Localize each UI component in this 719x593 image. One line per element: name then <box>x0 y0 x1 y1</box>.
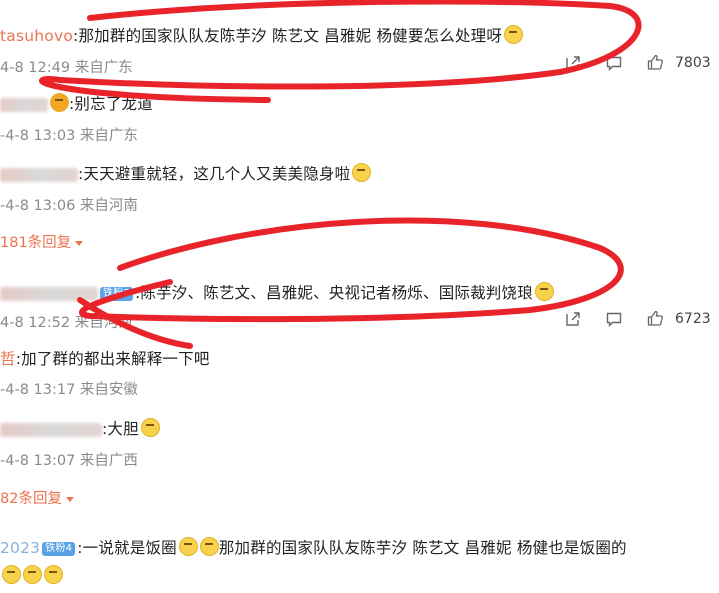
comment-7-emoji-row <box>0 565 63 585</box>
comment-3-replies-label: 181条回复 <box>0 235 72 251</box>
emoji-icon <box>534 282 554 301</box>
comment-1-like-count: 7803 <box>675 55 711 71</box>
share-icon[interactable] <box>565 55 581 71</box>
comment-5-body: :加了群的都出来解释一下吧 <box>15 350 210 368</box>
comment-2-body: :别忘了龙道 <box>69 95 153 113</box>
comment-3-meta: -4-8 13:06 来自河南 <box>0 198 138 214</box>
comment-3-replies-link[interactable]: 181条回复 <box>0 231 84 252</box>
comment-6-username[interactable] <box>0 422 102 437</box>
emoji-icon <box>199 537 219 556</box>
emoji-icon <box>352 163 372 182</box>
comment-2-text: :别忘了龙道 <box>0 92 153 114</box>
comment-7-username[interactable]: 2023 <box>0 539 40 557</box>
fan-badge: 铁粉3 <box>100 287 133 301</box>
comment-icon[interactable] <box>606 311 622 327</box>
crown-icon <box>50 93 69 112</box>
comment-icon[interactable] <box>606 55 622 71</box>
comment-6-body: :大胆 <box>102 420 139 438</box>
comment-6-meta: -4-8 13:07 来自广西 <box>0 453 138 469</box>
comment-7-text: 2023 铁粉4:一说就是饭圈 那加群的国家队队友陈芋汐 陈艺文 昌雅妮 杨健也是饭… <box>0 536 627 558</box>
comment-3-body: :天天避重就轻，这几个人又美美隐身啦 <box>78 165 351 183</box>
chevron-down-icon <box>75 240 84 246</box>
comment-6-replies-label: 82条回复 <box>0 491 62 507</box>
comment-5-text: 哲:加了群的都出来解释一下吧 <box>0 347 210 369</box>
comment-1-username[interactable]: tasuhovo <box>0 27 73 45</box>
comment-2-username[interactable] <box>0 97 48 112</box>
like-icon[interactable] <box>647 54 663 70</box>
emoji-icon <box>23 565 42 584</box>
share-icon[interactable] <box>565 311 581 327</box>
annotation-ellipse-1 <box>39 0 642 103</box>
comment-4-body: :陈芋汐、陈艺文、昌雅妮、央视记者杨烁、国际裁判饶琅 <box>134 284 533 302</box>
comment-4-meta: 4-8 12:52 来自河南 <box>0 315 133 331</box>
comment-6-text: :大胆 <box>0 417 160 439</box>
emoji-icon <box>2 565 21 584</box>
comment-7-body: :一说就是饭圈 <box>77 539 177 557</box>
emoji-icon <box>504 25 524 44</box>
comment-1-text: tasuhovo:那加群的国家队队友陈芋汐 陈艺文 昌雅妮 杨健要怎么处理呀 <box>0 24 524 46</box>
comment-2-meta: -4-8 13:03 来自广东 <box>0 128 138 144</box>
comment-4-like-count: 6723 <box>675 311 711 327</box>
comment-4-username[interactable] <box>0 286 98 301</box>
comment-1-body: :那加群的国家队队友陈芋汐 陈艺文 昌雅妮 杨健要怎么处理呀 <box>73 27 503 45</box>
comment-7-body-2: 那加群的国家队队友陈芋汐 陈艺文 昌雅妮 杨健也是饭圈的 <box>218 539 627 557</box>
comment-6-replies-link[interactable]: 82条回复 <box>0 487 74 508</box>
chevron-down-icon <box>65 496 74 502</box>
comment-1-meta: 4-8 12:49 来自广东 <box>0 60 133 76</box>
comment-5-meta: -4-8 13:17 来自安徽 <box>0 382 138 398</box>
emoji-icon <box>44 565 63 584</box>
comment-4-text: 铁粉3:陈芋汐、陈艺文、昌雅妮、央视记者杨烁、国际裁判饶琅 <box>0 281 554 303</box>
like-icon[interactable] <box>647 310 663 326</box>
emoji-icon <box>178 537 198 556</box>
emoji-icon <box>140 418 160 437</box>
fan-badge: 铁粉4 <box>42 542 76 556</box>
comment-5-username[interactable]: 哲 <box>0 350 16 368</box>
comment-3-text: :天天避重就轻，这几个人又美美隐身啦 <box>0 162 372 184</box>
comment-3-username[interactable] <box>0 167 78 182</box>
